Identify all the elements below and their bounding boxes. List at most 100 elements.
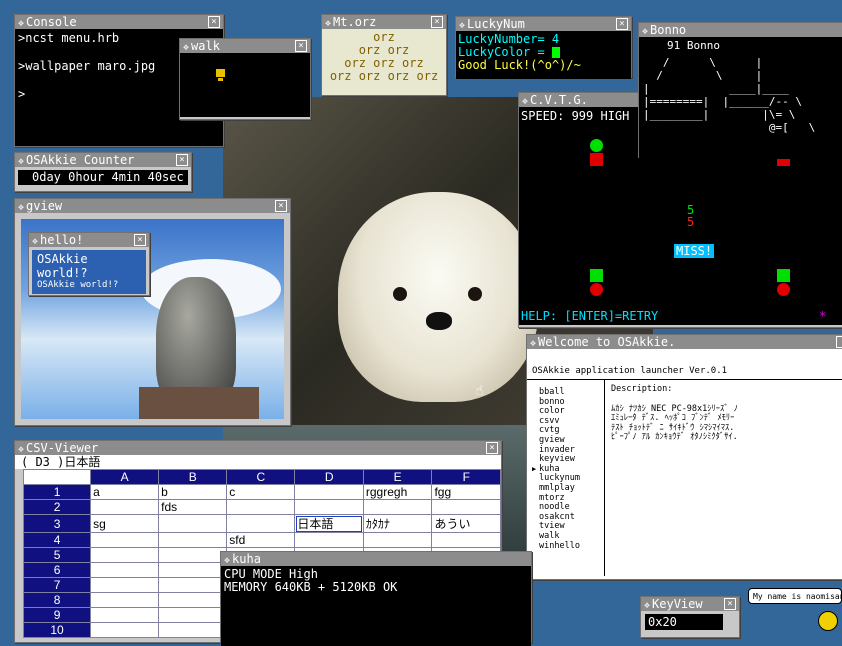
grid-cell[interactable] bbox=[158, 592, 228, 608]
grid-cell[interactable]: c bbox=[226, 484, 296, 500]
row-header[interactable]: 1 bbox=[22, 484, 92, 500]
row-header[interactable]: 4 bbox=[22, 532, 92, 548]
star-icon: * bbox=[819, 309, 827, 323]
grid-cell[interactable]: 日本語 bbox=[294, 514, 364, 533]
grid-cell[interactable] bbox=[90, 622, 160, 638]
grid-cell[interactable] bbox=[158, 532, 228, 548]
app-name: winhello bbox=[539, 540, 580, 551]
app-name: gview bbox=[539, 434, 565, 445]
counter-window[interactable]: ❖ OSAkkie Counter × 0day 0hour 4min 40sec bbox=[14, 152, 192, 192]
launcher-titlebar[interactable]: ❖ Welcome to OSAkkie. bbox=[527, 335, 842, 349]
hello-titlebar[interactable]: ❖ hello! × bbox=[29, 233, 149, 247]
mtorz-window[interactable]: ❖ Mt.orz × orz orz orz orz orz orz orz orz… bbox=[321, 14, 447, 96]
grid-cell[interactable]: sg bbox=[90, 514, 160, 533]
column-header[interactable]: F bbox=[431, 469, 501, 485]
miss-label: MISS! bbox=[674, 244, 715, 258]
hello-window[interactable]: ❖ hello! × OSAkkie world!? OSAkkie world!? bbox=[28, 232, 150, 296]
close-icon[interactable]: × bbox=[486, 442, 498, 454]
grid-cell[interactable] bbox=[158, 607, 228, 623]
app-name: cvtg bbox=[539, 425, 560, 436]
kuha-body: CPU MODE High MEMORY 640KB + 5120KB OK bbox=[221, 566, 531, 646]
grid-cell[interactable] bbox=[158, 547, 228, 563]
row-header[interactable]: 9 bbox=[22, 607, 92, 623]
grid-cell[interactable]: fds bbox=[158, 499, 228, 515]
grid-cell[interactable]: fgg bbox=[431, 484, 501, 500]
grid-cell[interactable]: a bbox=[90, 484, 160, 500]
walk-titlebar[interactable]: ❖ walk × bbox=[180, 39, 310, 53]
grid-cell[interactable]: sfd bbox=[226, 532, 296, 548]
grid-cell[interactable] bbox=[362, 499, 433, 515]
close-icon[interactable]: × bbox=[724, 598, 736, 610]
app-list-item[interactable]: winhello bbox=[539, 540, 604, 552]
close-icon[interactable]: × bbox=[431, 16, 443, 28]
grid-cell[interactable] bbox=[90, 547, 160, 563]
grid-cell[interactable] bbox=[431, 499, 501, 515]
window-icon: ❖ bbox=[18, 444, 25, 455]
column-header[interactable]: E bbox=[362, 469, 433, 485]
grid-cell[interactable] bbox=[90, 592, 160, 608]
app-name: walk bbox=[539, 530, 560, 541]
launcher-window[interactable]: ❖ Welcome to OSAkkie. OSAkkie application… bbox=[526, 334, 842, 580]
row-header[interactable]: 10 bbox=[22, 622, 92, 638]
grid-cell[interactable] bbox=[294, 484, 364, 500]
row-header[interactable]: 7 bbox=[22, 577, 92, 593]
speech-balloon: My name is naomisan. bbox=[748, 588, 842, 604]
row-header[interactable]: 8 bbox=[22, 592, 92, 608]
orz-line: orz orz orz orz bbox=[329, 69, 439, 83]
grid-cell[interactable] bbox=[90, 577, 160, 593]
kuha-titlebar[interactable]: ❖ kuha bbox=[221, 552, 531, 566]
grid-cell[interactable] bbox=[294, 499, 364, 515]
grid-cell[interactable] bbox=[431, 532, 501, 548]
grid-cell[interactable]: ｶﾀｶﾅ bbox=[362, 514, 433, 533]
column-header[interactable]: D bbox=[294, 469, 364, 485]
grid-cell[interactable] bbox=[90, 499, 160, 515]
close-icon[interactable] bbox=[836, 336, 842, 348]
close-icon[interactable]: × bbox=[275, 200, 287, 212]
mouse-cursor-icon: ☝ bbox=[475, 383, 484, 399]
close-icon[interactable]: × bbox=[616, 18, 628, 30]
grid-cell[interactable] bbox=[158, 514, 228, 533]
keyview-titlebar[interactable]: ❖ KeyView × bbox=[641, 597, 739, 611]
counter-titlebar[interactable]: ❖ OSAkkie Counter × bbox=[15, 153, 191, 167]
console-titlebar[interactable]: ❖ Console × bbox=[15, 15, 223, 29]
grid-cell[interactable] bbox=[226, 499, 296, 515]
gview-titlebar[interactable]: ❖ gview × bbox=[15, 199, 290, 213]
close-icon[interactable]: × bbox=[295, 40, 307, 52]
mascot-icon[interactable] bbox=[818, 611, 838, 631]
grid-cell[interactable] bbox=[158, 622, 228, 638]
walker-sprite-icon bbox=[216, 69, 225, 77]
window-icon: ❖ bbox=[642, 26, 649, 37]
row-header[interactable]: 5 bbox=[22, 547, 92, 563]
grid-cell[interactable]: あうい bbox=[431, 514, 501, 533]
grid-cell[interactable] bbox=[158, 577, 228, 593]
grid-cell[interactable]: b bbox=[158, 484, 228, 500]
description-line: ﾋﾟｰﾌﾟﾉ ｱﾙ ｶﾝｷｮｳﾃﾞ ｵﾀﾉｼﾐｸﾀﾞｻｲ. bbox=[611, 432, 738, 443]
mtorz-titlebar[interactable]: ❖ Mt.orz × bbox=[322, 15, 446, 29]
csv-titlebar[interactable]: ❖ CSV-Viewer × bbox=[15, 441, 501, 455]
close-icon[interactable]: × bbox=[134, 234, 146, 246]
luckynum-window[interactable]: ❖ LuckyNum × LuckyNumber= 4 LuckyColor = G… bbox=[455, 16, 632, 79]
grid-cell[interactable] bbox=[90, 562, 160, 578]
close-icon[interactable]: × bbox=[208, 16, 220, 28]
walk-window[interactable]: ❖ walk × bbox=[179, 38, 311, 120]
grid-cell[interactable] bbox=[362, 532, 433, 548]
grid-cell[interactable] bbox=[90, 607, 160, 623]
app-list[interactable]: bball bonno color csvv cvtg gview invader keyvi… bbox=[527, 380, 605, 576]
column-header[interactable]: C bbox=[226, 469, 296, 485]
grid-cell[interactable]: rggregh bbox=[362, 484, 433, 500]
bonno-titlebar[interactable]: ❖ Bonno bbox=[639, 23, 842, 37]
bonno-window[interactable]: ❖ Bonno 91 Bonno / \ | / \ | | ____|____ … bbox=[638, 22, 842, 159]
luckynum-titlebar[interactable]: ❖ LuckyNum × bbox=[456, 17, 631, 31]
grid-cell[interactable] bbox=[158, 562, 228, 578]
kuha-window[interactable]: ❖ kuha CPU MODE High MEMORY 640KB + 5120K… bbox=[220, 551, 532, 646]
grid-cell[interactable] bbox=[226, 514, 296, 533]
row-header[interactable]: 3 bbox=[22, 514, 92, 533]
keyview-window[interactable]: ❖ KeyView × 0x20 bbox=[640, 596, 740, 638]
column-header[interactable]: B bbox=[158, 469, 228, 485]
close-icon[interactable]: × bbox=[176, 154, 188, 166]
grid-cell[interactable] bbox=[90, 532, 160, 548]
column-header[interactable]: A bbox=[90, 469, 160, 485]
row-header[interactable]: 2 bbox=[22, 499, 92, 515]
row-header[interactable]: 6 bbox=[22, 562, 92, 578]
grid-cell[interactable] bbox=[294, 532, 364, 548]
